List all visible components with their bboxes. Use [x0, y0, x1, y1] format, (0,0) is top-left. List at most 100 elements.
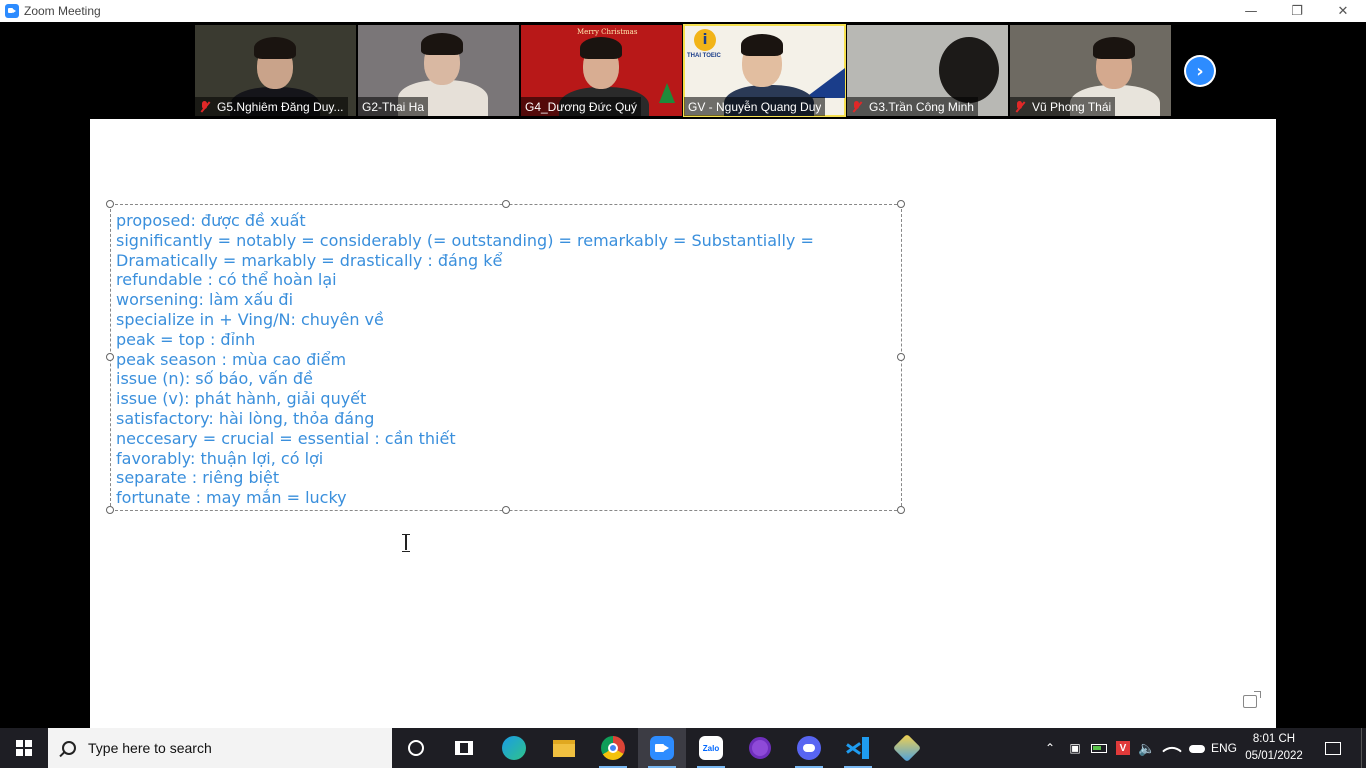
zoom-icon[interactable]	[638, 728, 686, 768]
resize-handle-bottom-right[interactable]	[897, 506, 905, 514]
participant-head-back	[939, 37, 999, 103]
file-explorer-icon[interactable]	[540, 728, 588, 768]
participant-name: GV - Nguyễn Quang Duy	[688, 99, 822, 114]
notification-center-icon[interactable]	[1318, 728, 1348, 768]
participant-tile[interactable]: Vũ Phong Thái	[1010, 25, 1171, 116]
restore-button[interactable]: ❐	[1274, 0, 1320, 22]
participant-tile[interactable]: Merry Christmas G4_Dương Đức Quý	[521, 25, 682, 116]
text-cursor-icon	[402, 534, 410, 552]
participant-name: G5.Nghiêm Đăng Duy...	[217, 99, 344, 114]
resize-handle-right[interactable]	[897, 353, 905, 361]
participant-hair	[421, 33, 463, 55]
text-line: separate : riêng biệt	[116, 468, 280, 488]
onedrive-cloud-icon[interactable]	[1186, 728, 1208, 768]
resize-handle-top[interactable]	[502, 200, 510, 208]
window-title: Zoom Meeting	[24, 4, 101, 18]
taskbar-clock[interactable]: 8:01 CH 05/01/2022	[1245, 731, 1303, 765]
meet-now-icon[interactable]: ▣	[1064, 728, 1086, 768]
muted-mic-icon	[851, 100, 863, 113]
text-line: peak season : mùa cao điểm	[116, 349, 347, 369]
video-strip: G5.Nghiêm Đăng Duy... G2-Thai Ha Merry C…	[0, 22, 1366, 119]
text-line: satisfactory: hài lòng, thỏa đáng	[116, 408, 375, 428]
text-line: issue (v): phát hành, giải quyết	[116, 389, 367, 409]
text-line: peak = top : đỉnh	[116, 329, 256, 349]
text-line: issue (n): số báo, vấn đề	[116, 369, 313, 389]
text-line: fortunate : may mắn = lucky	[116, 488, 347, 508]
christmas-tree-icon	[659, 83, 675, 103]
blue-corner-banner	[805, 68, 845, 98]
search-placeholder: Type here to search	[88, 740, 212, 756]
participant-name-bar: G4_Dương Đức Quý	[521, 97, 641, 116]
participant-name-bar: GV - Nguyễn Quang Duy	[684, 97, 826, 116]
clock-date: 05/01/2022	[1245, 750, 1303, 762]
logo-text: THAI TOEIC	[687, 53, 721, 59]
start-button[interactable]	[0, 728, 48, 768]
vivaldi-tray-icon[interactable]: V	[1112, 728, 1134, 768]
search-icon	[62, 741, 76, 755]
chrome-icon[interactable]	[589, 728, 637, 768]
zoom-app-icon	[5, 4, 19, 18]
resize-handle-top-left[interactable]	[106, 200, 114, 208]
text-lines: proposed: được đề xuất significantly = n…	[116, 211, 814, 508]
language-indicator[interactable]: ENG	[1208, 728, 1240, 768]
close-button[interactable]: ✕	[1320, 0, 1366, 22]
participant-name-bar: Vũ Phong Thái	[1010, 97, 1116, 116]
participant-name-bar: G5.Nghiêm Đăng Duy...	[195, 97, 348, 116]
text-line: neccesary = crucial = essential : cần th…	[116, 428, 456, 448]
christmas-banner-text: Merry Christmas	[577, 28, 638, 36]
text-line: worsening: làm xấu đi	[116, 290, 294, 310]
participant-tile[interactable]: G2-Thai Ha	[358, 25, 519, 116]
text-line: refundable : có thể hoàn lại	[116, 270, 337, 290]
logo-icon: i	[694, 29, 716, 51]
zalo-label: Zalo	[702, 743, 720, 753]
participant-tile-active-speaker[interactable]: i THAI TOEIC GV - Nguyễn Quang Duy	[683, 24, 846, 117]
muted-mic-icon	[199, 100, 211, 113]
resize-handle-top-right[interactable]	[897, 200, 905, 208]
clock-time: 8:01 CH	[1252, 733, 1296, 745]
participant-name: G3.Trần Công Minh	[869, 99, 974, 114]
volume-icon[interactable]: 🔈	[1136, 728, 1158, 768]
task-view-icon[interactable]	[440, 728, 488, 768]
text-box[interactable]: proposed: được đề xuất significantly = n…	[106, 200, 905, 552]
title-bar: Zoom Meeting — ❐ ✕	[0, 0, 1366, 22]
text-line: Dramatically = markably = drastically : …	[116, 250, 503, 270]
show-desktop-button[interactable]	[1361, 728, 1366, 768]
show-hidden-icons-chevron-up-icon[interactable]: ⌃	[1040, 728, 1060, 768]
wifi-icon[interactable]	[1160, 728, 1184, 768]
windows-taskbar: Type here to search Zalo ⌃ ▣ V 🔈 ENG 8:0…	[0, 728, 1366, 768]
vscode-icon[interactable]	[834, 728, 882, 768]
participant-tile[interactable]: G5.Nghiêm Đăng Duy...	[195, 25, 356, 116]
app-cube-icon[interactable]	[883, 728, 931, 768]
cortana-icon[interactable]	[392, 728, 440, 768]
share-export-icon[interactable]	[1243, 691, 1261, 708]
resize-handle-left[interactable]	[106, 353, 114, 361]
window-controls: — ❐ ✕	[1228, 0, 1366, 22]
text-line: significantly = notably = considerably (…	[116, 230, 814, 250]
participant-hair	[254, 37, 296, 59]
resize-handle-bottom-left[interactable]	[106, 506, 114, 514]
text-line: proposed: được đề xuất	[116, 211, 306, 230]
participant-name: Vũ Phong Thái	[1032, 99, 1112, 114]
next-page-button[interactable]: ›	[1184, 55, 1216, 87]
discord-icon[interactable]	[785, 728, 833, 768]
participant-tile[interactable]: G3.Trần Công Minh	[847, 25, 1008, 116]
text-line: favorably: thuận lợi, có lợi	[116, 448, 324, 468]
participant-name-bar: G2-Thai Ha	[358, 97, 429, 116]
participant-hair	[580, 37, 622, 59]
participant-hair	[741, 34, 783, 56]
taskbar-search-box[interactable]: Type here to search	[48, 728, 392, 768]
participant-name-bar: G3.Trần Công Minh	[847, 97, 978, 116]
muted-mic-icon	[1014, 100, 1026, 113]
participant-name: G2-Thai Ha	[362, 99, 425, 114]
chevron-right-icon: ›	[1186, 57, 1214, 85]
minimize-button[interactable]: —	[1228, 0, 1274, 22]
text-line: specialize in + Ving/N: chuyên về	[116, 309, 384, 329]
battery-icon[interactable]	[1088, 728, 1110, 768]
edge-icon[interactable]	[490, 728, 538, 768]
zalo-icon[interactable]: Zalo	[687, 728, 735, 768]
windows-logo-icon	[16, 740, 32, 756]
whiteboard-canvas[interactable]: proposed: được đề xuất significantly = n…	[90, 119, 1276, 728]
participant-hair	[1093, 37, 1135, 59]
github-desktop-icon[interactable]	[736, 728, 784, 768]
participant-name: G4_Dương Đức Quý	[525, 99, 637, 114]
